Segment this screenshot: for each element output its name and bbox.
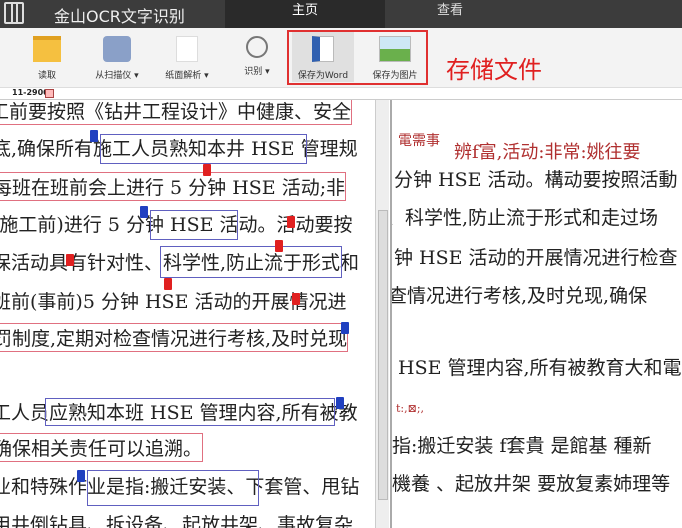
result-pane: 電需事 辨f富,活动:非常:姚往要 分钟 HSE 活动。構动要按照活動 、科学性… [390,100,682,528]
text-line: HSE 管理内容,所有被教育大和電 [398,357,682,379]
search-icon [246,36,268,58]
annotation-text: 存储文件 [446,56,542,84]
text-region-icon[interactable] [287,216,295,228]
highlight-box [287,30,428,85]
text-line: 用井倒钻具、拆设备、起放井架、事故复杂 [0,514,354,528]
image-region-icon[interactable] [77,470,85,482]
image-region-icon[interactable] [90,130,98,142]
text-line: 确保相关责任可以追溯。 [0,433,204,462]
tab-view[interactable]: 查看 [385,0,515,28]
recognize-label: 识别 ▾ [244,67,270,77]
text-region-icon[interactable] [275,240,283,252]
region-box [150,210,238,240]
text-line: 機養 、起放井架 要放复素姉理等 [392,473,671,495]
text-line: 電需事 [398,133,440,149]
image-region-icon[interactable] [341,322,349,334]
text-line: 罚制度,定期对检查情况进行考核,及时兑现 [0,323,349,352]
scanner-button[interactable]: 从扫描仪 ▾ [86,32,148,81]
document-tabs: 11-29005 [0,88,682,100]
app-title: 金山OCR文字识别 [54,7,185,26]
text-line: 分钟 HSE 活动。構动要按照活動 [394,169,678,191]
read-label: 读取 [37,71,56,81]
region-box [45,398,335,426]
scrollbar-thumb[interactable] [378,210,388,500]
app-logo-icon [4,2,24,24]
text-region-icon[interactable] [66,254,74,266]
scanner-label: 从扫描仪 ▾ [95,71,139,81]
page-parse-label: 纸面解析 ▾ [165,71,209,81]
page-parse-button[interactable]: 纸面解析 ▾ [156,32,218,81]
text-line: 查情况进行考核,及时兑现,确保 [390,285,648,307]
scrollbar[interactable] [375,100,389,528]
scanner-icon [103,36,131,62]
text-line: t:,⊠;, [396,402,425,415]
image-region-icon[interactable] [140,206,148,218]
recognize-button[interactable]: 识别 ▾ [226,32,288,77]
close-icon[interactable] [45,89,54,98]
title-bar: 金山OCR文字识别 主页 查看 [0,0,682,28]
text-region-icon[interactable] [164,278,172,290]
folder-icon [33,36,61,62]
text-region-icon[interactable] [292,293,300,305]
text-region-icon[interactable] [203,164,211,176]
region-box [87,470,259,506]
image-pane: 施工前要按照《钻井工程设计》中健康、安全 底,确保所有施工人员熟知本井 HSE … [0,100,375,528]
read-button[interactable]: 读取 [16,32,78,81]
text-line: 辨f富,活动:非常:姚往要 [454,142,641,163]
page-icon [176,36,198,62]
image-region-icon[interactable] [336,397,344,409]
text-line: 施工前要按照《钻井工程设计》中健康、安全 [0,100,353,125]
text-line: 指:搬迁安装 f套貴 是館基 種新 [392,435,652,457]
region-box [160,246,342,278]
text-line: 、科学性,防止流于形式和走过场 [390,207,659,229]
text-line: 钟 HSE 活动的开展情况进行检查 [394,247,678,269]
text-line: 每班在班前会上进行 5 分钟 HSE 活动;非 [0,172,347,201]
tab-home[interactable]: 主页 [225,0,385,28]
region-box [100,134,307,164]
